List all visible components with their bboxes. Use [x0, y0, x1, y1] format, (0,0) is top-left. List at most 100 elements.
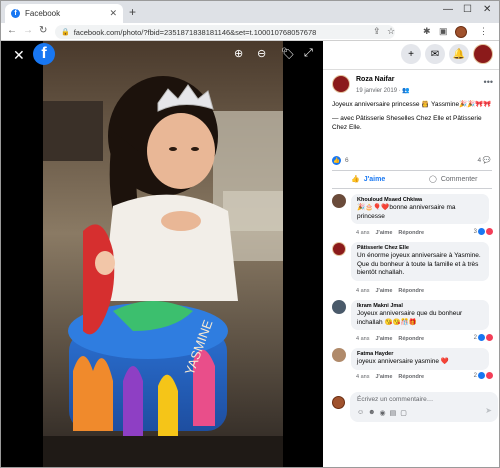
love-reaction-icon — [486, 372, 493, 379]
forward-arrow-icon[interactable]: → — [23, 25, 33, 36]
fullscreen-icon[interactable]: ⤢ — [304, 47, 313, 60]
like-reaction-icon — [478, 372, 485, 379]
commenter-name[interactable]: Khouloud Msaed Chkiwa — [357, 197, 483, 203]
comment-input[interactable]: Écrivez un commentaire… ☺ ☻ ◉ ▤ ▢ ➤ — [350, 392, 498, 422]
comment-meta: 4 ans J'aime Répondre — [356, 374, 424, 380]
like-button[interactable]: 👍 J'aime — [351, 175, 385, 184]
close-viewer-icon[interactable]: ✕ — [13, 47, 25, 64]
close-tab-icon[interactable]: ✕ — [109, 8, 117, 19]
like-reaction-icon — [478, 334, 485, 341]
comment-text: Un énorme joyeux anniversaire à Yasmine.… — [357, 252, 481, 276]
comment-reply-link[interactable]: Répondre — [398, 336, 424, 342]
messenger-icon[interactable]: ✉ — [425, 44, 445, 64]
send-icon[interactable]: ➤ — [485, 406, 492, 415]
extensions-puzzle-icon[interactable]: ✱ — [423, 26, 431, 37]
comment-like-link[interactable]: J'aime — [375, 336, 392, 342]
comment-time[interactable]: 4 ans — [356, 374, 369, 380]
commenter-name[interactable]: Pâtisserie Chez Elle — [357, 245, 483, 251]
comment-bubble: Ikram Makni Jmal Joyeux anniversaire que… — [351, 300, 489, 330]
browser-window: f Facebook ✕ + — ☐ ✕ ← → ↻ 🔒 facebook.co… — [0, 0, 500, 468]
share-icon[interactable]: ⇪ — [373, 26, 381, 37]
new-tab-button[interactable]: + — [129, 5, 136, 19]
bookmark-star-icon[interactable]: ☆ — [387, 26, 395, 37]
comment-like-link[interactable]: J'aime — [375, 288, 392, 294]
commenter-avatar[interactable] — [332, 348, 346, 362]
comment-count[interactable]: 4 💬 — [477, 156, 491, 164]
comment-reply-link[interactable]: Répondre — [398, 374, 424, 380]
browser-menu-icon[interactable]: ⋮ — [479, 26, 488, 37]
comment-reply-link[interactable]: Répondre — [398, 230, 424, 236]
comment-meta: 4 ans J'aime Répondre — [356, 230, 424, 236]
comment-time[interactable]: 4 ans — [356, 230, 369, 236]
notifications-bell-icon[interactable]: 🔔 — [449, 44, 469, 64]
camera-icon[interactable]: ◉ — [380, 409, 386, 417]
post-author[interactable]: Roza Naifar — [356, 76, 395, 83]
comment-time[interactable]: 4 ans — [356, 336, 369, 342]
post-panel: Roza Naifar 19 janvier 2019 · 👥 ••• Joye… — [323, 69, 499, 467]
tab-title: Facebook — [25, 9, 61, 18]
back-arrow-icon[interactable]: ← — [7, 25, 17, 36]
sidebar-icon[interactable]: ▣ — [439, 26, 448, 37]
commenter-avatar[interactable] — [332, 194, 346, 208]
birthday-photo: YASMINE — [43, 41, 283, 467]
comment-time[interactable]: 4 ans — [356, 288, 369, 294]
comment-reactions[interactable]: 2 — [471, 334, 495, 341]
thumbs-up-icon: 👍 — [351, 176, 360, 183]
url-text: facebook.com/photo/?fbid=235187183818114… — [73, 27, 317, 37]
avatar-sticker-icon[interactable]: ☺ — [357, 409, 364, 417]
comment-reactions[interactable]: 3 — [471, 228, 495, 235]
post-text: Joyeux anniversaire princesse 👸 Yassmine… — [332, 100, 497, 133]
comment-like-link[interactable]: J'aime — [375, 374, 392, 380]
gif-icon[interactable]: ▤ — [390, 409, 397, 417]
comment-meta: 4 ans J'aime Répondre — [356, 336, 424, 342]
comment-button-label: Commenter — [440, 175, 478, 183]
commenter-name[interactable]: Fatma Hayder — [357, 351, 483, 357]
facebook-header: + ✉ 🔔 — [323, 41, 499, 69]
tag-icon[interactable]: 🏷 — [281, 47, 295, 60]
comment-reply-link[interactable]: Répondre — [398, 288, 424, 294]
commenter-avatar[interactable] — [332, 242, 346, 256]
composer-avatar — [332, 396, 345, 409]
comment-like-link[interactable]: J'aime — [375, 230, 392, 236]
comment-count-value: 4 — [477, 157, 482, 164]
close-window-icon[interactable]: ✕ — [483, 4, 491, 15]
photo-viewer: YASMINE ✕ f ⊕ ⊖ 🏷 ⤢ — [1, 41, 323, 467]
reload-icon[interactable]: ↻ — [39, 25, 47, 36]
comment-bubble-icon: 💬 — [482, 157, 491, 164]
comment-icon: ◯ — [429, 176, 437, 183]
post-text-line-2: — avec Pâtisserie Sheselles Chez Elle et… — [332, 114, 482, 132]
comment-text: joyeux anniversaire yasmine ❤️ — [357, 358, 449, 365]
comment-bubble: Khouloud Msaed Chkiwa 🎉🎂🎈❤️bonne anniver… — [351, 194, 489, 224]
comment-reaction-count: 3 — [473, 228, 477, 235]
comment-bubble: Pâtisserie Chez Elle Un énorme joyeux an… — [351, 242, 489, 281]
love-reaction-icon — [486, 228, 493, 235]
reaction-summary[interactable]: 👍 6 — [332, 156, 349, 165]
comment-text: Joyeux anniversaire que du bonheur incha… — [357, 310, 463, 326]
zoom-out-icon[interactable]: ⊖ — [257, 47, 266, 60]
commenter-avatar[interactable] — [332, 300, 346, 314]
facebook-favicon-icon: f — [11, 9, 20, 18]
sticker-icon[interactable]: ▢ — [400, 409, 407, 417]
browser-tab[interactable]: f Facebook ✕ — [5, 4, 123, 23]
comment-meta: 4 ans J'aime Répondre — [356, 288, 424, 294]
love-reaction-icon — [486, 334, 493, 341]
profile-avatar[interactable] — [455, 26, 467, 38]
facebook-logo-icon[interactable]: f — [33, 43, 55, 65]
post-date-text: 19 janvier 2019 · — [356, 88, 401, 94]
author-avatar[interactable] — [332, 75, 350, 93]
friends-audience-icon: 👥 — [402, 88, 410, 94]
minimize-icon[interactable]: — — [443, 4, 453, 15]
post-options-icon[interactable]: ••• — [484, 77, 493, 87]
create-plus-icon[interactable]: + — [401, 44, 421, 64]
emoji-icon[interactable]: ☻ — [368, 409, 375, 417]
maximize-icon[interactable]: ☐ — [463, 4, 472, 15]
zoom-in-icon[interactable]: ⊕ — [234, 47, 243, 60]
lock-icon: 🔒 — [61, 29, 70, 36]
comment-button[interactable]: ◯ Commenter — [429, 175, 478, 184]
account-avatar[interactable] — [473, 44, 493, 64]
url-field[interactable]: 🔒 facebook.com/photo/?fbid=2351871838181… — [55, 25, 395, 39]
post-date[interactable]: 19 janvier 2019 · 👥 — [356, 87, 410, 94]
reaction-count: 6 — [345, 157, 349, 164]
comment-reactions[interactable]: 2 — [471, 372, 495, 379]
commenter-name[interactable]: Ikram Makni Jmal — [357, 303, 483, 309]
